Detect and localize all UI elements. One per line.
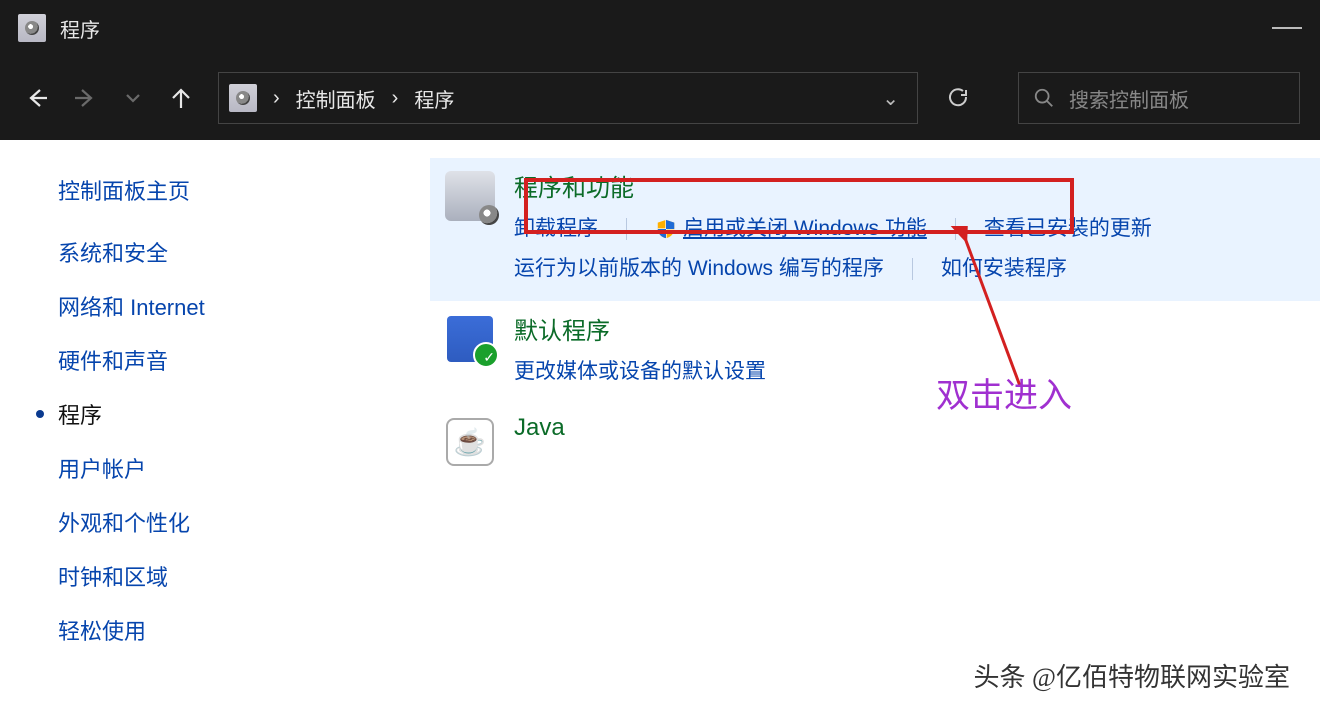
sidebar-item-hardware[interactable]: 硬件和声音 xyxy=(58,344,430,376)
breadcrumb-root[interactable]: 控制面板 xyxy=(290,80,382,117)
main-content: 程序和功能 卸载程序 启用或关闭 Windows 功能 查看已安装的更新 运行为… xyxy=(430,140,1320,704)
link-media-defaults[interactable]: 更改媒体或设备的默认设置 xyxy=(514,352,766,392)
breadcrumb-current[interactable]: 程序 xyxy=(408,80,460,117)
app-icon xyxy=(18,14,46,42)
chevron-right-icon[interactable]: › xyxy=(384,83,407,114)
window-title: 程序 xyxy=(60,14,100,43)
link-uninstall[interactable]: 卸载程序 xyxy=(514,209,598,249)
section-programs: 程序和功能 卸载程序 启用或关闭 Windows 功能 查看已安装的更新 运行为… xyxy=(430,158,1320,301)
section-java: ☕ Java xyxy=(430,404,1320,480)
recent-dropdown[interactable] xyxy=(116,81,150,115)
up-button[interactable] xyxy=(164,81,198,115)
sidebar-item-system[interactable]: 系统和安全 xyxy=(58,236,430,268)
titlebar: 程序 xyxy=(0,0,1320,56)
address-bar[interactable]: › 控制面板 › 程序 ⌄ xyxy=(218,72,918,124)
link-installed-updates[interactable]: 查看已安装的更新 xyxy=(984,209,1152,249)
programs-icon xyxy=(444,170,496,222)
chevron-right-icon[interactable]: › xyxy=(265,83,288,114)
separator xyxy=(955,218,956,240)
defaults-icon xyxy=(444,313,496,365)
back-button[interactable] xyxy=(20,81,54,115)
forward-button[interactable] xyxy=(68,81,102,115)
search-placeholder: 搜索控制面板 xyxy=(1069,84,1189,113)
sidebar-item-network[interactable]: 网络和 Internet xyxy=(58,290,430,322)
sidebar-item-clock[interactable]: 时钟和区域 xyxy=(58,560,430,592)
java-title[interactable]: Java xyxy=(514,414,1300,442)
sidebar-item-users[interactable]: 用户帐户 xyxy=(58,452,430,484)
chevron-down-icon[interactable]: ⌄ xyxy=(874,82,907,115)
link-compat[interactable]: 运行为以前版本的 Windows 编写的程序 xyxy=(514,249,884,289)
java-icon: ☕ xyxy=(444,416,496,468)
sidebar-item-ease[interactable]: 轻松使用 xyxy=(58,614,430,646)
watermark: 头条 @亿佰特物联网实验室 xyxy=(974,657,1290,694)
separator xyxy=(912,258,913,280)
programs-title[interactable]: 程序和功能 xyxy=(514,168,1300,203)
sidebar-home[interactable]: 控制面板主页 xyxy=(58,174,430,206)
link-howto-install[interactable]: 如何安装程序 xyxy=(941,249,1067,289)
sidebar: 控制面板主页 系统和安全 网络和 Internet 硬件和声音 程序 用户帐户 … xyxy=(0,140,430,704)
minimize-icon[interactable] xyxy=(1272,27,1302,29)
refresh-button[interactable] xyxy=(932,72,984,124)
section-defaults: 默认程序 更改媒体或设备的默认设置 xyxy=(430,301,1320,404)
sidebar-item-appearance[interactable]: 外观和个性化 xyxy=(58,506,430,538)
search-box[interactable]: 搜索控制面板 xyxy=(1018,72,1300,124)
search-icon xyxy=(1033,87,1055,109)
shield-icon xyxy=(655,218,677,240)
address-icon xyxy=(229,84,257,112)
separator xyxy=(626,218,627,240)
defaults-title[interactable]: 默认程序 xyxy=(514,311,1300,346)
nav-toolbar: › 控制面板 › 程序 ⌄ 搜索控制面板 xyxy=(0,56,1320,140)
sidebar-item-programs[interactable]: 程序 xyxy=(58,398,430,430)
link-windows-features[interactable]: 启用或关闭 Windows 功能 xyxy=(655,209,927,249)
annotation-label: 双击进入 xyxy=(936,368,1072,417)
